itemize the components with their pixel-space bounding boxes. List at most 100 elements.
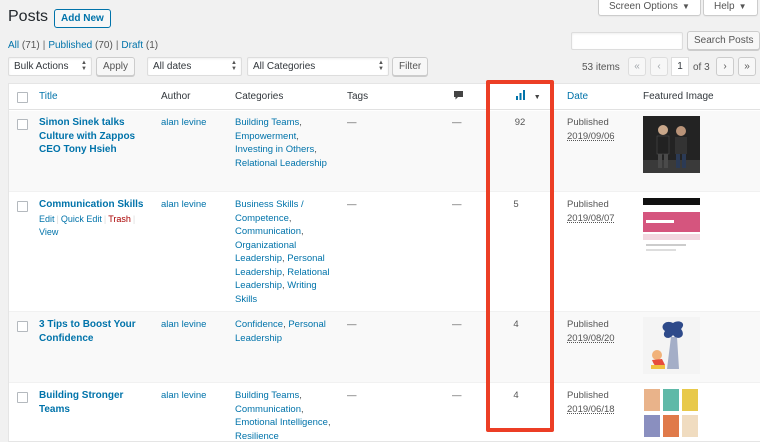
category-link[interactable]: Communication xyxy=(235,404,301,415)
post-tags: — xyxy=(347,390,357,401)
category-link[interactable]: Building Teams xyxy=(235,390,299,401)
post-status: Published xyxy=(567,319,609,330)
category-link[interactable]: Communication xyxy=(235,226,301,237)
help-tab[interactable]: Help ▼ xyxy=(703,0,758,16)
screen-options-tab[interactable]: Screen Options ▼ xyxy=(598,0,701,16)
row-checkbox[interactable] xyxy=(17,392,28,403)
two-speakers-photo xyxy=(643,116,700,173)
post-date: Published 2019/06/18 xyxy=(567,389,635,416)
category-link[interactable]: Investing in Others xyxy=(235,144,314,155)
filter-button[interactable]: Filter xyxy=(392,57,429,76)
featured-image-thumbnail[interactable] xyxy=(643,116,700,173)
category-link[interactable]: Empowerment xyxy=(235,131,296,142)
post-tags: — xyxy=(347,199,357,210)
category-link[interactable]: Confidence xyxy=(235,319,283,330)
post-comments: — xyxy=(452,199,462,210)
post-date: Published 2019/09/06 xyxy=(567,116,635,143)
filter-all[interactable]: All (71) xyxy=(8,40,40,51)
featured-image-thumbnail[interactable] xyxy=(643,317,700,374)
post-date: Published 2019/08/07 xyxy=(567,198,635,225)
column-categories: Categories xyxy=(235,91,284,102)
category-link[interactable]: Building Teams xyxy=(235,117,299,128)
prev-page-button[interactable]: ‹ xyxy=(650,57,668,76)
post-views: 4 xyxy=(513,319,519,330)
current-page-input[interactable]: 1 xyxy=(671,57,689,76)
search-posts-button[interactable]: Search Posts xyxy=(687,31,760,50)
status-filters: All (71) | Published (70) | Draft (1) xyxy=(8,40,159,51)
filter-published-label: Published xyxy=(48,40,93,51)
icon-grid xyxy=(643,388,700,441)
filter-published-count: (70) xyxy=(95,40,113,51)
filter-draft-count: (1) xyxy=(145,40,159,51)
post-tags: — xyxy=(347,319,357,330)
categories-value: All Categories xyxy=(253,61,316,72)
row-checkbox[interactable] xyxy=(17,201,28,212)
select-arrows-icon: ▲ ▼ xyxy=(231,60,237,72)
trash-link[interactable]: Trash xyxy=(108,214,131,224)
post-title[interactable]: Communication Skills xyxy=(39,198,149,212)
posts-table: Title Author Categories Tags ▼ Date Feat… xyxy=(8,83,760,442)
post-title[interactable]: Building Stronger Teams xyxy=(39,389,139,416)
post-author[interactable]: alan levine xyxy=(161,198,206,212)
column-tags: Tags xyxy=(347,91,369,102)
column-featured-image: Featured Image xyxy=(643,91,714,102)
filter-published[interactable]: Published (70) xyxy=(48,40,113,51)
post-categories: Confidence, Personal Leadership xyxy=(235,319,326,344)
screen-options-label: Screen Options xyxy=(609,1,678,12)
quick-edit-link[interactable]: Quick Edit xyxy=(61,214,102,224)
post-title[interactable]: Simon Sinek talks Culture with Zappos CE… xyxy=(39,116,139,157)
last-page-button[interactable]: » xyxy=(738,57,756,76)
table-row: 3 Tips to Boost Your Confidence alan lev… xyxy=(9,312,760,383)
post-date-value: 2019/08/07 xyxy=(567,212,615,224)
items-count: 53 items xyxy=(582,62,620,73)
post-date-value: 2019/09/06 xyxy=(567,130,615,142)
bulk-actions-value: Bulk Actions xyxy=(14,61,69,72)
column-views[interactable]: ▼ xyxy=(515,90,541,104)
post-categories: Business Skills / Competence, Communicat… xyxy=(235,199,330,305)
filter-draft[interactable]: Draft (1) xyxy=(121,40,158,51)
search-input[interactable] xyxy=(571,32,683,50)
featured-image-thumbnail[interactable] xyxy=(643,388,700,441)
row-checkbox[interactable] xyxy=(17,119,28,130)
help-label: Help xyxy=(714,1,735,12)
add-new-button[interactable]: Add New xyxy=(54,9,111,28)
post-views: 92 xyxy=(514,117,526,128)
category-link[interactable]: Resilience xyxy=(235,431,279,442)
post-status: Published xyxy=(567,117,609,128)
featured-image-thumbnail[interactable] xyxy=(643,198,700,255)
filter-all-count: (71) xyxy=(21,40,40,51)
bulk-actions-select[interactable]: Bulk Actions ▲ ▼ xyxy=(8,57,92,76)
category-link[interactable]: Relational Leadership xyxy=(235,158,327,169)
post-date-value: 2019/08/20 xyxy=(567,332,615,344)
view-link[interactable]: View xyxy=(39,227,58,237)
post-categories: Building Teams, Empowerment, Investing i… xyxy=(235,117,327,169)
bar-chart-icon xyxy=(515,90,526,104)
website-screenshot xyxy=(643,198,700,255)
apply-button[interactable]: Apply xyxy=(96,57,136,76)
category-link[interactable]: Business Skills / Competence xyxy=(235,199,304,224)
column-title[interactable]: Title xyxy=(39,91,58,102)
categories-select[interactable]: All Categories ▲ ▼ xyxy=(247,57,389,76)
dates-select[interactable]: All dates ▲ ▼ xyxy=(147,57,242,76)
caret-down-icon: ▼ xyxy=(681,2,690,11)
filter-draft-label: Draft xyxy=(121,40,144,51)
column-date[interactable]: Date xyxy=(567,91,588,102)
post-comments: — xyxy=(452,117,462,128)
row-checkbox[interactable] xyxy=(17,321,28,332)
table-row: Building Stronger Teams alan levine Buil… xyxy=(9,383,760,442)
post-author[interactable]: alan levine xyxy=(161,318,206,332)
post-author[interactable]: alan levine xyxy=(161,116,206,130)
category-link[interactable]: Emotional Intelligence xyxy=(235,417,328,428)
post-title[interactable]: 3 Tips to Boost Your Confidence xyxy=(39,318,151,345)
select-all-checkbox[interactable] xyxy=(17,92,28,103)
next-page-button[interactable]: › xyxy=(716,57,734,76)
illustration-shadow xyxy=(643,317,700,374)
table-row: Communication Skills Edit | Quick Edit | Tra… xyxy=(9,192,760,312)
edit-link[interactable]: Edit xyxy=(39,214,55,224)
page-title: Posts xyxy=(8,8,49,25)
row-actions: Edit | Quick Edit | Trash | View xyxy=(39,214,136,237)
post-author[interactable]: alan levine xyxy=(161,389,206,403)
comment-bubble-icon[interactable] xyxy=(453,90,464,104)
post-views: 5 xyxy=(513,199,519,210)
first-page-button[interactable]: « xyxy=(628,57,646,76)
